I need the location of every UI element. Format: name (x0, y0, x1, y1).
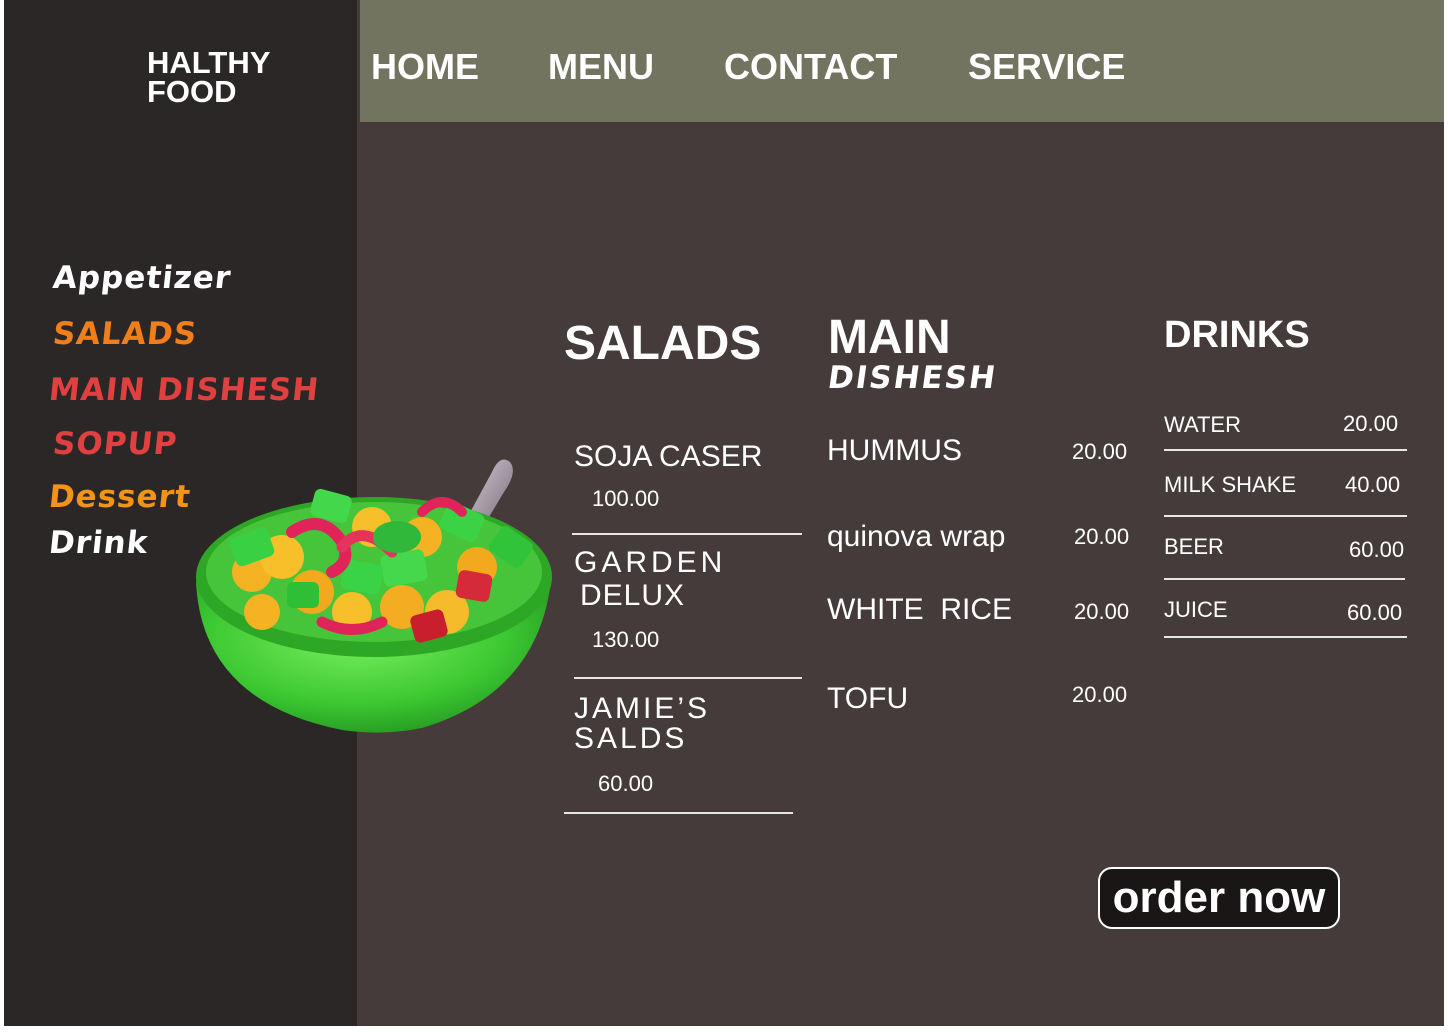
salad-item-name-line-2: DELUX (580, 579, 686, 612)
main-item-price: 20.00 (1072, 439, 1128, 464)
salad-item-price: 60.00 (598, 771, 654, 796)
divider (1164, 578, 1405, 580)
salad-item-name[interactable]: GARDEN DELUX (574, 546, 726, 612)
divider (1164, 515, 1407, 517)
main-item-price: 20.00 (1072, 682, 1128, 707)
drink-item-price: 20.00 (1343, 411, 1399, 436)
main-item-name[interactable]: HUMMUS (827, 434, 962, 468)
brand-logo[interactable]: HALTHY FOOD (147, 45, 271, 109)
category-appetizer[interactable]: Appetizer (51, 260, 233, 296)
drink-item-name[interactable]: WATER (1164, 412, 1241, 438)
brand-line-2: FOOD (147, 74, 237, 109)
main-item-name[interactable]: WHITE RICE (827, 593, 1012, 627)
salad-item-name[interactable]: JAMIE’S SALDS (574, 694, 710, 754)
top-nav-bar (360, 0, 1444, 122)
category-drink[interactable]: Drink (47, 525, 150, 561)
brand-line-1: HALTHY (147, 45, 271, 80)
nav-service[interactable]: SERVICE (968, 46, 1125, 88)
divider (1164, 636, 1407, 638)
divider (574, 677, 802, 679)
drink-item-name[interactable]: BEER (1164, 534, 1224, 560)
main-item-name[interactable]: TOFU (827, 682, 908, 716)
salads-heading: SALADS (564, 317, 762, 370)
main-dishes-heading: MAIN (828, 311, 951, 364)
nav-menu[interactable]: MENU (548, 46, 654, 88)
main-item-name[interactable]: quinova wrap (827, 520, 1005, 554)
salad-item-name[interactable]: SOJA CASER (574, 440, 762, 474)
order-now-button[interactable]: order now (1098, 867, 1340, 929)
page-frame: HALTHY FOOD HOME MENU CONTACT SERVICE Ap… (4, 0, 1444, 1026)
drinks-heading: DRINKS (1164, 314, 1310, 356)
divider (572, 533, 802, 535)
salad-item-name-line-1: JAMIE’S (574, 692, 711, 725)
drink-item-price: 60.00 (1349, 537, 1405, 562)
drink-item-price: 60.00 (1347, 600, 1403, 625)
category-dessert[interactable]: Dessert (47, 479, 193, 515)
salad-bowl-image (196, 459, 552, 733)
main-item-price: 20.00 (1074, 599, 1130, 624)
divider (1164, 449, 1407, 451)
category-main-dishes[interactable]: MAIN DISHESH (47, 372, 321, 408)
category-salads[interactable]: SALADS (51, 316, 199, 352)
nav-contact[interactable]: CONTACT (724, 46, 897, 88)
main-dishes-subheading: DISHESH (825, 360, 1000, 396)
salad-item-price: 100.00 (592, 486, 660, 511)
drink-item-price: 40.00 (1345, 472, 1401, 497)
category-soup[interactable]: SOPUP (51, 426, 179, 462)
main-item-price: 20.00 (1074, 524, 1130, 549)
drink-item-name[interactable]: JUICE (1164, 597, 1228, 623)
salad-item-price: 130.00 (592, 627, 660, 652)
salad-item-name-line-1: GARDEN (574, 546, 727, 579)
divider (564, 812, 793, 814)
salad-item-name-line-2: SALDS (574, 722, 688, 755)
drink-item-name[interactable]: MILK SHAKE (1164, 472, 1296, 498)
nav-home[interactable]: HOME (371, 46, 479, 88)
